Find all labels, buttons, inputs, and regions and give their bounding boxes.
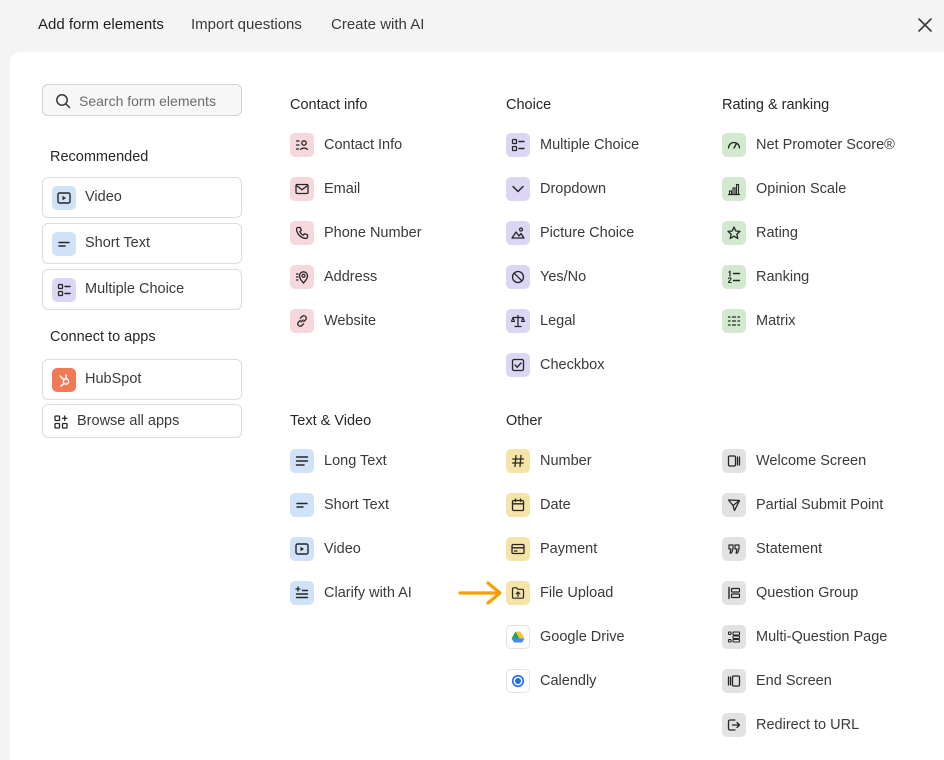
choice-title: Choice — [506, 97, 552, 113]
browse-all-apps[interactable]: Browse all apps — [42, 404, 242, 438]
multiple-choice-icon — [52, 278, 76, 302]
recommended-video[interactable]: Video — [42, 177, 242, 218]
tab-create-with-ai[interactable]: Create with AI — [331, 16, 424, 33]
gauge-icon — [722, 133, 746, 157]
send-icon — [722, 493, 746, 517]
file-upload-icon — [506, 581, 530, 605]
multi-question-icon — [722, 625, 746, 649]
matrix-icon — [722, 309, 746, 333]
tab-add-form-elements[interactable]: Add form elements — [38, 16, 164, 33]
long-text-icon — [290, 449, 314, 473]
text-video-title: Text & Video — [290, 413, 372, 429]
checkbox-icon — [506, 353, 530, 377]
google-drive-icon — [506, 625, 530, 649]
hash-icon — [506, 449, 530, 473]
welcome-screen-icon — [722, 449, 746, 473]
recommended-multiple-choice[interactable]: Multiple Choice — [42, 269, 242, 310]
star-icon — [722, 221, 746, 245]
close-icon[interactable] — [914, 14, 936, 36]
phone-icon — [290, 221, 314, 245]
end-screen-icon — [722, 669, 746, 693]
clarify-ai-icon — [290, 581, 314, 605]
rating-ranking-title: Rating & ranking — [722, 97, 830, 113]
contact-card-icon — [290, 133, 314, 157]
redirect-icon — [722, 713, 746, 737]
recommended-title: Recommended — [50, 149, 149, 165]
tab-import-questions[interactable]: Import questions — [191, 16, 302, 33]
credit-card-icon — [506, 537, 530, 561]
hubspot-icon — [52, 368, 76, 392]
video-icon — [52, 186, 76, 210]
pointer-arrow-icon — [458, 581, 502, 605]
short-text-icon — [52, 232, 76, 256]
search-input[interactable] — [79, 90, 237, 112]
email-icon — [290, 177, 314, 201]
chevron-down-icon — [506, 177, 530, 201]
recommended-short-text[interactable]: Short Text — [42, 223, 242, 264]
connect-apps-title: Connect to apps — [50, 329, 156, 345]
apps-grid-icon — [51, 412, 71, 432]
calendar-icon — [506, 493, 530, 517]
top-bar: Add form elements Import questions Creat… — [0, 0, 944, 52]
search-box[interactable] — [42, 84, 242, 116]
app-hubspot[interactable]: HubSpot — [42, 359, 242, 400]
video-icon — [290, 537, 314, 561]
search-icon — [56, 94, 71, 109]
scale-icon — [506, 309, 530, 333]
calendly-icon — [506, 669, 530, 693]
location-pin-icon — [290, 265, 314, 289]
yes-no-icon — [506, 265, 530, 289]
multiple-choice-icon — [506, 133, 530, 157]
link-icon — [290, 309, 314, 333]
ranking-icon — [722, 265, 746, 289]
quote-icon — [722, 537, 746, 561]
contact-info-title: Contact info — [290, 97, 368, 113]
bar-chart-icon — [722, 177, 746, 201]
picture-icon — [506, 221, 530, 245]
question-group-icon — [722, 581, 746, 605]
other-title: Other — [506, 413, 543, 429]
short-text-icon — [290, 493, 314, 517]
